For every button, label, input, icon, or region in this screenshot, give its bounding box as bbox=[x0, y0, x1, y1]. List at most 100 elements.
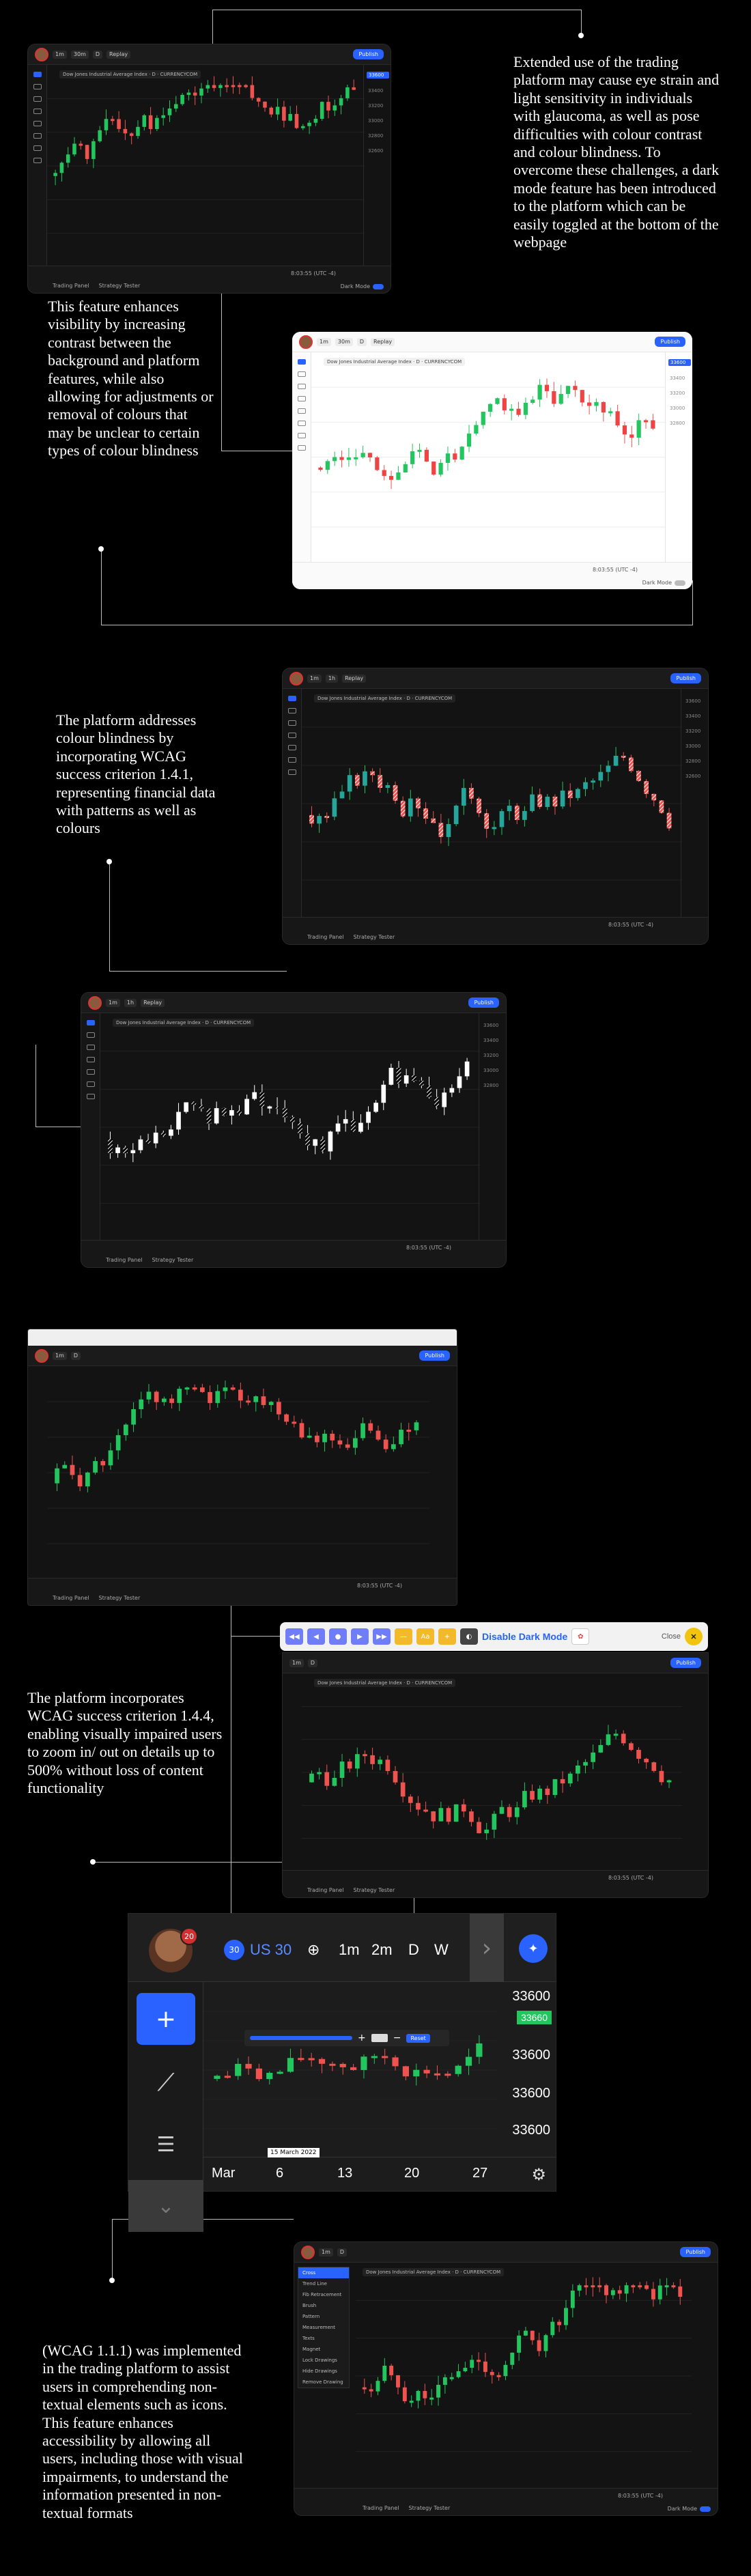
disable-dark-mode-button[interactable]: Disable Dark Mode bbox=[482, 1631, 567, 1642]
date-axis[interactable]: 15 March 2022 Mar 6 13 20 27 ⚙ bbox=[203, 2148, 556, 2191]
fib-icon[interactable] bbox=[33, 96, 42, 102]
lightbulb-icon[interactable]: ✦ bbox=[519, 1934, 548, 1963]
lock-icon[interactable] bbox=[33, 145, 42, 151]
timeframe-chip[interactable]: D bbox=[70, 1351, 81, 1360]
magnet-icon[interactable] bbox=[86, 1081, 95, 1087]
timeframe-chip[interactable]: 1m bbox=[289, 1658, 304, 1667]
avatar[interactable] bbox=[301, 2245, 315, 2259]
timeframe-w[interactable]: W bbox=[434, 1941, 449, 1959]
lock-icon[interactable] bbox=[287, 769, 296, 775]
chevron-right-icon[interactable]: › bbox=[470, 1914, 504, 1982]
lock-icon[interactable] bbox=[297, 433, 306, 438]
publish-button[interactable]: Publish bbox=[353, 49, 384, 59]
font-icon[interactable]: Aa bbox=[416, 1628, 434, 1645]
candlestick-chart[interactable] bbox=[47, 65, 365, 267]
magnet-icon[interactable] bbox=[287, 757, 296, 763]
timeframe-chip[interactable]: 1m bbox=[106, 998, 120, 1007]
crosshair-icon[interactable] bbox=[33, 72, 42, 77]
close-icon[interactable]: ✕ bbox=[685, 1628, 703, 1645]
publish-button[interactable]: Publish bbox=[670, 673, 701, 683]
strategy-tester-tab[interactable]: Strategy Tester bbox=[408, 2505, 450, 2511]
trading-panel-tab[interactable]: Trading Panel bbox=[307, 1887, 343, 1893]
reset-button[interactable]: Reset bbox=[406, 2033, 430, 2043]
trend-line-icon[interactable]: ⟋ bbox=[137, 2057, 195, 2109]
trend-line-icon[interactable] bbox=[86, 1032, 95, 1038]
tools-menu-item[interactable]: Magnet bbox=[298, 2344, 349, 2355]
tools-menu-item[interactable]: Pattern bbox=[298, 2311, 349, 2322]
timeframe-chip[interactable]: D bbox=[92, 50, 103, 59]
candlestick-chart[interactable] bbox=[47, 1366, 429, 1579]
brush-icon[interactable] bbox=[33, 109, 42, 114]
brush-icon[interactable] bbox=[287, 733, 296, 738]
trend-line-icon[interactable] bbox=[33, 84, 42, 89]
timeframe-2m[interactable]: 2m bbox=[371, 1941, 393, 1959]
publish-button[interactable]: Publish bbox=[655, 337, 685, 347]
timeframe-d[interactable]: D bbox=[408, 1941, 419, 1959]
price-axis[interactable]: 33600 33400 33200 33000 32800 bbox=[479, 1013, 506, 1240]
tools-menu-item[interactable]: Lock Drawings bbox=[298, 2355, 349, 2366]
timeframe-chip[interactable]: 1m bbox=[319, 2248, 333, 2256]
timeframe-chip[interactable]: D bbox=[307, 1658, 318, 1667]
symbol-name[interactable]: US 30 bbox=[250, 1941, 292, 1959]
replay-chip[interactable]: Replay bbox=[342, 674, 367, 683]
candlestick-chart[interactable] bbox=[311, 352, 665, 562]
trading-panel-tab[interactable]: Trading Panel bbox=[307, 934, 343, 940]
timeframe-chip[interactable]: 30m bbox=[335, 337, 353, 346]
avatar[interactable] bbox=[35, 1348, 48, 1363]
candlestick-chart[interactable] bbox=[302, 1673, 682, 1871]
timeframe-chip[interactable]: 1h bbox=[325, 674, 339, 683]
brush-icon[interactable] bbox=[86, 1057, 95, 1062]
trend-line-icon[interactable] bbox=[287, 708, 296, 713]
trend-line-icon[interactable] bbox=[297, 371, 306, 377]
add-icon[interactable]: ⊕ bbox=[307, 1941, 320, 1959]
publish-button[interactable]: Publish bbox=[670, 1658, 701, 1668]
zoom-slider-track[interactable] bbox=[250, 2036, 352, 2040]
avatar[interactable] bbox=[289, 671, 303, 685]
tools-menu-item[interactable]: Texts bbox=[298, 2333, 349, 2344]
dark-mode-toggle[interactable] bbox=[675, 580, 685, 586]
trading-panel-tab[interactable]: Trading Panel bbox=[363, 2505, 399, 2511]
minus-icon[interactable]: — bbox=[395, 1628, 412, 1645]
chevron-down-icon[interactable]: ⌄ bbox=[128, 2180, 203, 2232]
strategy-tester-tab[interactable]: Strategy Tester bbox=[98, 283, 140, 289]
plus-icon[interactable]: + bbox=[358, 2033, 366, 2043]
candlestick-chart[interactable] bbox=[100, 1013, 480, 1241]
price-axis[interactable]: 33600 33400 33200 33000 32800 bbox=[665, 352, 692, 562]
forward-icon[interactable]: ▶▶ bbox=[373, 1628, 391, 1645]
tools-menu-item[interactable]: Measurement bbox=[298, 2322, 349, 2333]
fib-icon[interactable] bbox=[287, 720, 296, 726]
brush-icon[interactable] bbox=[297, 396, 306, 401]
timeframe-chip[interactable]: 1m bbox=[53, 1351, 67, 1360]
theme-icon[interactable]: ◐ bbox=[460, 1628, 478, 1645]
text-icon[interactable] bbox=[33, 121, 42, 126]
magnet-icon[interactable] bbox=[33, 133, 42, 139]
gear-icon[interactable]: ⚙ bbox=[531, 2165, 546, 2184]
strategy-tester-tab[interactable]: Strategy Tester bbox=[152, 1257, 193, 1263]
rewind-icon[interactable]: ◀◀ bbox=[285, 1628, 303, 1645]
crosshair-icon[interactable] bbox=[287, 696, 296, 701]
strategy-tester-tab[interactable]: Strategy Tester bbox=[98, 1595, 140, 1601]
candlestick-chart[interactable] bbox=[203, 1982, 497, 2158]
publish-button[interactable]: Publish bbox=[680, 2247, 711, 2257]
timeframe-chip[interactable]: 1m bbox=[53, 50, 67, 59]
trash-icon[interactable] bbox=[33, 158, 42, 163]
fib-icon[interactable] bbox=[86, 1045, 95, 1050]
trading-panel-tab[interactable]: Trading Panel bbox=[53, 1595, 89, 1601]
replay-chip[interactable]: Replay bbox=[107, 50, 131, 59]
publish-button[interactable]: Publish bbox=[468, 997, 499, 1008]
dark-mode-toggle[interactable] bbox=[700, 2506, 711, 2512]
tools-menu-item[interactable]: Hide Drawings bbox=[298, 2366, 349, 2377]
tools-menu-item[interactable]: Brush bbox=[298, 2300, 349, 2311]
strategy-tester-tab[interactable]: Strategy Tester bbox=[353, 934, 395, 940]
publish-button[interactable]: Publish bbox=[419, 1350, 450, 1361]
crosshair-icon[interactable] bbox=[297, 359, 306, 365]
candlestick-chart[interactable] bbox=[302, 689, 682, 918]
trash-icon[interactable] bbox=[297, 445, 306, 451]
timeframe-chip[interactable]: D bbox=[337, 2248, 348, 2256]
timeframe-chip[interactable]: D bbox=[356, 337, 367, 346]
trading-panel-tab[interactable]: Trading Panel bbox=[53, 283, 89, 289]
lock-icon[interactable] bbox=[86, 1094, 95, 1099]
text-icon[interactable] bbox=[287, 745, 296, 750]
zoom-slider[interactable]: + − Reset bbox=[244, 2030, 449, 2046]
close-label[interactable]: Close bbox=[662, 1632, 681, 1641]
